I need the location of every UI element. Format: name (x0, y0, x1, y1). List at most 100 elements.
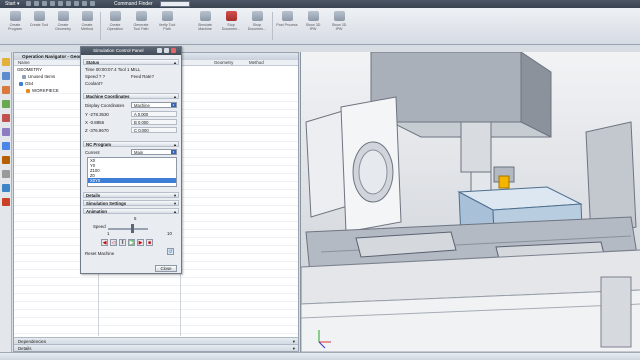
quick-access-toolbar (26, 1, 95, 6)
nc-current-select[interactable]: Main ▾ (131, 149, 177, 155)
save-icon[interactable] (26, 1, 31, 6)
nc-program-list[interactable]: X0 Y0 Z100 Z0 X0Y0 (87, 157, 177, 187)
create-tool-button[interactable]: Create Tool (28, 11, 50, 41)
method-icon (81, 11, 93, 21)
web-browser-icon[interactable] (2, 142, 10, 150)
simulate-icon (199, 11, 211, 21)
geometry-icon (57, 11, 69, 21)
command-finder: Command Finder (114, 1, 190, 7)
step-back-button[interactable]: ◀ (101, 239, 108, 246)
reset-icon[interactable] (164, 48, 169, 53)
copy-icon[interactable] (58, 1, 63, 6)
nc-program-section-header[interactable]: NC Program ▴ (83, 141, 179, 147)
speed-slider-thumb[interactable] (131, 224, 134, 233)
show-3d-ipw-button-2[interactable]: Show 3D IPW (328, 11, 350, 41)
step-back-icon: ◀ (102, 240, 107, 246)
stop-button[interactable]: ■ (146, 239, 153, 246)
ribbon-separator (100, 12, 101, 40)
ipw-icon (333, 11, 345, 21)
ipw-icon (307, 11, 319, 21)
nc-line-selected[interactable]: X0Y0 (88, 178, 176, 183)
axis-a-value: A 0.000 (131, 111, 177, 117)
simulation-settings-section-header[interactable]: Simulation Settings ▾ (83, 200, 179, 206)
speed-max: 10 (167, 231, 172, 236)
panel-title: Simulation Control Panel (93, 48, 144, 53)
start-label: Start (5, 1, 16, 7)
details-panel-header[interactable]: Details ▾ (14, 344, 298, 351)
generate-toolpath-button[interactable]: Generate Tool Path (130, 11, 152, 41)
step-forward-button[interactable]: ▶ (137, 239, 144, 246)
system-materials-icon[interactable] (2, 170, 10, 178)
post-process-button[interactable]: Post Process (276, 11, 298, 41)
ribbon-toolbar: Create Program Create Tool Create Geomet… (0, 8, 640, 45)
assembly-navigator-icon[interactable] (2, 58, 10, 66)
show-3d-ipw-button[interactable]: Show 3D IPW (302, 11, 324, 41)
details-section-header[interactable]: Details ▾ (83, 192, 179, 198)
chevron-up-icon: ▴ (173, 60, 176, 65)
process-studio-icon[interactable] (2, 198, 10, 206)
simulate-machine-button[interactable]: Simulate Machine (194, 11, 216, 41)
chevron-up-icon: ▴ (173, 142, 176, 147)
chevron-up-icon: ▴ (173, 94, 176, 99)
tool-icon (33, 11, 45, 21)
operation-navigator-icon[interactable] (2, 114, 10, 122)
close-icon[interactable] (171, 48, 176, 53)
speed-value: 5 (134, 216, 137, 221)
machine-model (301, 52, 640, 352)
reset-icon: ↺ (168, 249, 173, 255)
create-operation-button[interactable]: Create Operation (104, 11, 126, 41)
graphics-window[interactable] (300, 52, 640, 352)
chevron-down-icon: ▾ (171, 150, 176, 154)
display-coords-label: Display Coordinates (85, 103, 125, 108)
verify-toolpath-button[interactable]: Verify Tool Path (156, 11, 178, 41)
nc-current-label: Current (85, 150, 100, 155)
speed-slider-track[interactable] (108, 228, 148, 230)
post-icon (281, 11, 293, 21)
repeat-icon[interactable] (74, 1, 79, 6)
chevron-up-icon: ▴ (173, 209, 176, 214)
shop-documentation-button[interactable]: Shop Documen... (246, 11, 268, 41)
create-method-button[interactable]: Create Method (76, 11, 98, 41)
machine-navigator-icon[interactable] (2, 128, 10, 136)
status-section-header[interactable]: Status ▴ (83, 59, 179, 65)
status-bar (0, 352, 640, 360)
history-icon[interactable] (2, 156, 10, 164)
step-forward-icon: ▶ (138, 240, 143, 246)
axis-b-value: B 0.000 (131, 119, 177, 125)
pause-button[interactable]: ‖ (119, 239, 126, 246)
workpiece-icon (26, 88, 30, 93)
reuse-library-icon[interactable] (2, 100, 10, 108)
reset-machine-button[interactable]: ↺ (167, 248, 174, 255)
part-navigator-icon[interactable] (2, 86, 10, 94)
axis-z-label: Z -376.9670 (85, 128, 109, 133)
paste-icon[interactable] (66, 1, 71, 6)
redo-icon[interactable] (42, 1, 47, 6)
close-button[interactable]: Close (155, 265, 177, 272)
start-menu-button[interactable]: Start ▾ (2, 1, 22, 7)
chevron-down-icon: ▾ (173, 193, 176, 198)
animation-section-header[interactable]: Animation ▴ (83, 208, 179, 214)
window-icon[interactable] (82, 1, 87, 6)
generate-icon (135, 11, 147, 21)
play-reverse-button[interactable]: ◁ (110, 239, 117, 246)
help-icon[interactable] (157, 48, 162, 53)
roles-icon[interactable] (2, 184, 10, 192)
mcs-icon (19, 81, 23, 86)
cut-icon[interactable] (50, 1, 55, 6)
command-finder-input[interactable] (160, 1, 190, 7)
display-coords-select[interactable]: Machine ▾ (131, 102, 177, 108)
ribbon-separator (272, 12, 273, 40)
machine-coords-section-header[interactable]: Machine Coordinates ▴ (83, 93, 179, 99)
constraint-navigator-icon[interactable] (2, 72, 10, 80)
stop-documentation-button[interactable]: Stop Documen... (220, 11, 242, 41)
create-program-button[interactable]: Create Program (4, 11, 26, 41)
customize-icon[interactable] (90, 1, 95, 6)
chevron-down-icon: ▾ (171, 103, 176, 107)
play-button[interactable]: ▶ (128, 239, 135, 246)
panel-title-bar[interactable]: Simulation Control Panel (81, 47, 181, 55)
play-reverse-icon: ◁ (111, 240, 116, 246)
verify-icon (161, 11, 173, 21)
create-geometry-button[interactable]: Create Geometry (52, 11, 74, 41)
dependencies-panel-header[interactable]: Dependencies ▾ (14, 337, 298, 344)
undo-icon[interactable] (34, 1, 39, 6)
